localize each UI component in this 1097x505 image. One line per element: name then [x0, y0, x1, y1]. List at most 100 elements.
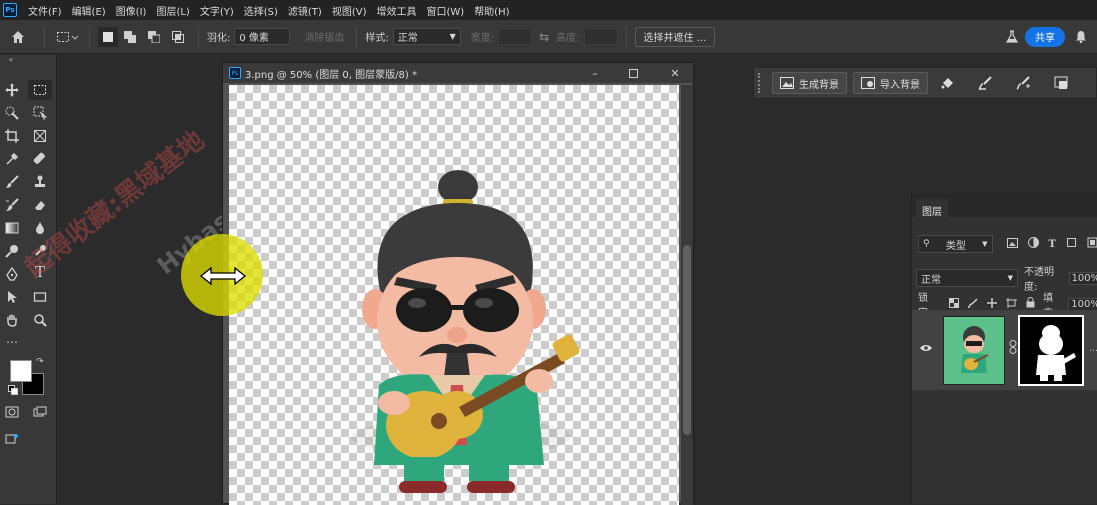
menu-file[interactable]: 文件(F): [23, 3, 67, 18]
stamp-tool-icon[interactable]: [30, 173, 50, 191]
lock-all-icon[interactable]: [1026, 297, 1035, 311]
antialias-checkbox[interactable]: 消除锯齿: [304, 29, 344, 44]
lock-move-icon[interactable]: [987, 298, 997, 311]
height-input[interactable]: [584, 28, 618, 45]
document-canvas[interactable]: [229, 85, 679, 505]
filter-adjustment-icon[interactable]: [1028, 237, 1039, 251]
rect-marquee-tool-icon[interactable]: [28, 80, 52, 100]
new-selection-icon[interactable]: [98, 27, 118, 47]
pen-tool-icon[interactable]: [2, 265, 22, 283]
generative-icon[interactable]: [2, 430, 22, 448]
menu-layer[interactable]: 图层(L): [151, 3, 194, 18]
filter-pixel-icon[interactable]: [1007, 238, 1018, 251]
swap-icon[interactable]: ⇆: [532, 27, 556, 47]
marquee-preset-icon[interactable]: [53, 27, 81, 47]
width-input[interactable]: [498, 28, 532, 45]
import-image-icon: [861, 77, 875, 89]
menu-filter[interactable]: 滤镜(T): [283, 3, 327, 18]
healing-brush-tool-icon[interactable]: [30, 150, 50, 168]
gradient-tool-icon[interactable]: [2, 219, 22, 237]
brush-mask-icon[interactable]: [966, 76, 1004, 90]
feather-input[interactable]: 0 像素: [234, 28, 290, 45]
import-background-button[interactable]: 导入背景: [853, 72, 928, 94]
resize-horizontal-cursor-icon: [199, 266, 247, 289]
filter-kind-select[interactable]: ⚲ 类型 ▼: [918, 235, 993, 253]
default-colors-icon[interactable]: [8, 385, 16, 393]
scrollbar-thumb[interactable]: [683, 245, 691, 435]
chevron-down-icon: ▼: [982, 240, 987, 248]
flask-icon[interactable]: [999, 27, 1025, 47]
crop-tool-icon[interactable]: [2, 127, 22, 145]
blend-mode-select[interactable]: 正常 ▼: [916, 269, 1018, 287]
menu-help[interactable]: 帮助(H): [469, 3, 514, 18]
intersect-selection-icon[interactable]: [166, 27, 190, 47]
eye-icon[interactable]: [920, 342, 932, 355]
layer-filter-row: ⚲ 类型 ▼ T: [912, 235, 1097, 253]
quick-select-tool-icon[interactable]: [2, 104, 22, 122]
frame-tool-icon[interactable]: [30, 127, 50, 145]
foreground-color-swatch[interactable]: [10, 360, 32, 382]
photoshop-logo: Ps: [3, 3, 17, 17]
minimize-icon[interactable]: –: [587, 65, 603, 81]
document-window[interactable]: Ps 3.png @ 50% (图层 0, 图层蒙版/8) * – ✕: [222, 62, 694, 504]
hand-tool-icon[interactable]: [2, 311, 22, 329]
layer-thumbnail[interactable]: [943, 316, 1005, 385]
object-select-tool-icon[interactable]: [30, 104, 50, 122]
home-icon[interactable]: [0, 27, 36, 47]
bell-icon[interactable]: [1065, 27, 1097, 47]
blur-tool-icon[interactable]: [30, 219, 50, 237]
move-tool-icon[interactable]: [2, 81, 22, 99]
type-tool-icon[interactable]: T: [30, 263, 50, 281]
eyedropper-tool-icon[interactable]: [2, 150, 22, 168]
maximize-icon[interactable]: [625, 65, 641, 81]
select-and-mask-button[interactable]: 选择并遮住 ...: [635, 27, 716, 47]
close-icon[interactable]: ✕: [667, 65, 683, 81]
mask-refine-icon[interactable]: [1042, 76, 1080, 90]
fill-icon[interactable]: [928, 76, 966, 90]
path-select-tool-icon[interactable]: [2, 288, 22, 306]
subtract-selection-icon[interactable]: [142, 27, 166, 47]
lock-artboard-icon[interactable]: [1006, 298, 1017, 311]
brush-add-icon[interactable]: [1004, 76, 1042, 90]
style-select[interactable]: 正常 ▼: [393, 28, 461, 45]
dodge-tool-icon[interactable]: [2, 242, 22, 260]
filter-shape-icon[interactable]: [1066, 237, 1077, 251]
quick-mask-icon[interactable]: [2, 403, 22, 421]
zoom-tool-icon[interactable]: [30, 311, 50, 329]
collapse-icon[interactable]: «: [1, 55, 21, 63]
menu-select[interactable]: 选择(S): [239, 3, 283, 18]
drag-handle-icon[interactable]: [758, 73, 766, 93]
document-titlebar[interactable]: Ps 3.png @ 50% (图层 0, 图层蒙版/8) *: [223, 63, 693, 83]
menu-plugins[interactable]: 增效工具: [371, 3, 421, 18]
burn-tool-icon[interactable]: [30, 242, 50, 260]
history-brush-tool-icon[interactable]: [2, 196, 22, 214]
generate-background-button[interactable]: 生成背景: [772, 72, 847, 94]
menu-type[interactable]: 文字(Y): [195, 3, 239, 18]
swap-colors-icon[interactable]: ↷: [36, 357, 44, 367]
add-selection-icon[interactable]: [118, 27, 142, 47]
feather-label: 羽化:: [207, 29, 230, 44]
link-icon[interactable]: [1009, 340, 1017, 357]
layer-row[interactable]: …: [912, 310, 1097, 390]
lock-paint-icon[interactable]: [968, 298, 978, 311]
menu-window[interactable]: 窗口(W): [421, 3, 469, 18]
menu-image[interactable]: 图像(I): [111, 3, 152, 18]
brush-tool-icon[interactable]: [2, 173, 22, 191]
filter-smart-object-icon[interactable]: [1087, 237, 1097, 251]
screen-mode-icon[interactable]: [30, 403, 50, 421]
opacity-value[interactable]: 100%: [1069, 272, 1097, 285]
vertical-scrollbar[interactable]: [681, 85, 693, 505]
chevron-down-icon: ▼: [450, 32, 456, 41]
layer-mask-thumbnail[interactable]: [1018, 315, 1084, 386]
layer-more-icon[interactable]: …: [1089, 344, 1097, 354]
lock-transparent-icon[interactable]: [949, 298, 959, 311]
layers-tab[interactable]: 图层: [916, 199, 948, 224]
filter-type-icon[interactable]: T: [1049, 239, 1056, 250]
fill-value[interactable]: 100%: [1068, 298, 1097, 311]
menu-view[interactable]: 视图(V): [327, 3, 372, 18]
eraser-tool-icon[interactable]: [30, 196, 50, 214]
menu-edit[interactable]: 编辑(E): [67, 3, 111, 18]
share-button[interactable]: 共享: [1025, 27, 1065, 47]
more-tools-icon[interactable]: ⋯: [2, 333, 22, 351]
rectangle-tool-icon[interactable]: [30, 288, 50, 306]
